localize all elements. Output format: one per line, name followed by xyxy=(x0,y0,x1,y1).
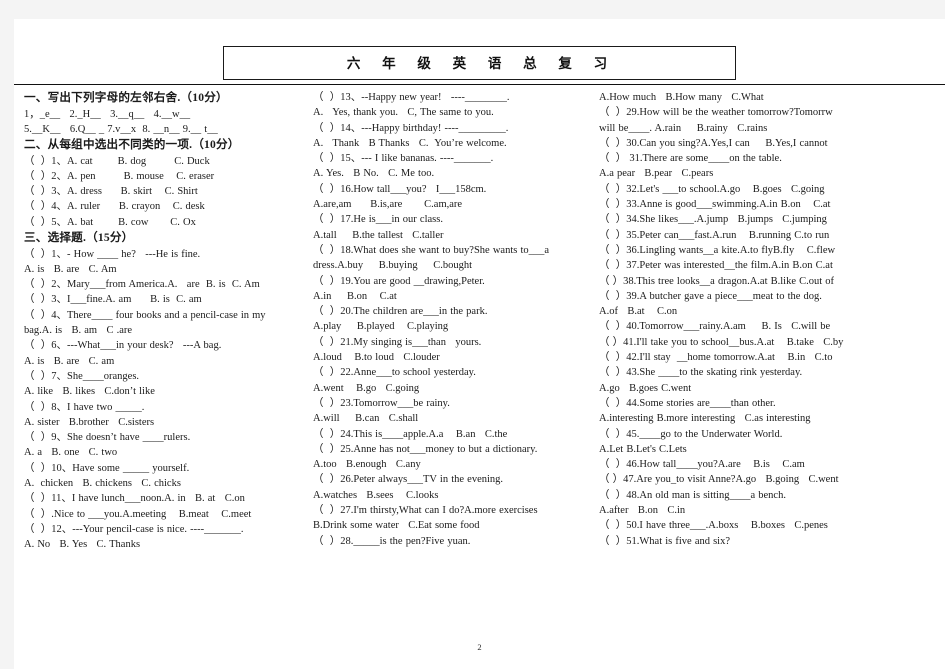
question-line: A.in B.on C.at xyxy=(313,290,397,302)
question-line: A. Yes. B No. C. Me too. xyxy=(313,168,435,180)
worksheet-page: 六 年 级 英 语 总 复 习 一、写出下列字母的左邻右舍.（10分） 1，_e_… xyxy=(14,19,945,669)
question-line: （ ）33.Anne is good___swimming.A.in B.on … xyxy=(599,199,831,211)
question-line: （ ）46.How tall____you?A.are B.is C.am xyxy=(599,459,805,471)
question-line: A. Thank B Thanks C. You’re welcome. xyxy=(313,137,507,149)
question-line: （ ）5、A. bat B. cow C. Ox xyxy=(24,216,196,228)
question-line: A.of B.at C.on xyxy=(599,306,678,318)
question-line: （ ）39.A butcher gave a piece___meat to t… xyxy=(599,290,822,302)
question-line: （ ）.Nice to ___you.A.meeting B.meat C.me… xyxy=(24,508,252,520)
question-line: A.tall B.the tallest C.taller xyxy=(313,229,444,241)
question-line: （ ）1、- How ____ he? ---He is fine. xyxy=(24,248,201,260)
question-line: B.Drink some water C.Eat some food xyxy=(313,520,480,532)
question-line: （ ）50.I have three___.A.boxs B.boxes C.p… xyxy=(599,520,828,532)
question-line: （ ）20.The children are___in the park. xyxy=(313,306,488,318)
question-line: （ ）42.I'll stay __home tomorrow.A.at B.i… xyxy=(599,352,833,364)
question-line: A. is B. are C. am xyxy=(24,355,115,367)
question-line: （ ）3、I___fine.A. am B. is C. am xyxy=(24,294,202,306)
question-line: A.go B.goes C.went xyxy=(599,382,692,394)
question-line: A. No B. Yes C. Thanks xyxy=(24,539,141,551)
question-line: （ ）9、She doesn’t have ____rulers. xyxy=(24,432,191,444)
question-line: A.a pear B.pear C.pears xyxy=(599,168,714,180)
question-line: 5.__K__ 6.Q__ _ 7.v__x 8. __n__ 9.__ t__ xyxy=(24,123,218,135)
question-line: （ ）14、---Happy birthday! ----_________. xyxy=(313,122,509,134)
question-line: （ ）2、A. pen B. mouse C. eraser xyxy=(24,170,215,182)
column-two: （ ）13、--Happy new year! ----________. A. … xyxy=(313,90,599,549)
question-line: （ ）30.Can you sing?A.Yes,I can B.Yes,I c… xyxy=(599,137,828,149)
title-container: 六 年 级 英 语 总 复 习 xyxy=(14,19,945,80)
question-line: （ ）37.Peter was interested__the film.A.i… xyxy=(599,260,833,272)
question-line: （ ）7、She____oranges. xyxy=(24,370,140,382)
section-heading: 三、选择题.（15分） xyxy=(24,231,134,245)
question-line: bag.A. is B. am C .are xyxy=(24,325,133,337)
question-line: A.Let B.Let's C.Lets xyxy=(599,443,687,455)
question-line: （ ）3、A. dress B. skirt C. Shirt xyxy=(24,186,198,198)
question-line: 1，_e__ 2._H__ 3.__q__ 4.__w__ xyxy=(24,108,191,120)
question-line: （ ）1、A. cat B. dog C. Duck xyxy=(24,155,210,167)
question-line: dress.A.buy B.buying C.bought xyxy=(313,260,473,272)
question-line: （ ）29.How will be the weather tomorrow?T… xyxy=(599,107,833,119)
question-line: （ ）10、Have some _____ yourself. xyxy=(24,462,190,474)
content-columns: 一、写出下列字母的左邻右舍.（10分） 1，_e__ 2._H__ 3.__q__… xyxy=(14,85,945,553)
question-line: A.went B.go C.going xyxy=(313,382,420,394)
question-line: （ ）38.This tree looks__a dragon.A.at B.l… xyxy=(599,275,835,287)
question-line: （ ）18.What does she want to buy?She want… xyxy=(313,244,550,256)
question-line: （ ）32.Let's ___to school.A.go B.goes C.g… xyxy=(599,183,825,195)
title-box: 六 年 级 英 语 总 复 习 xyxy=(223,46,736,80)
question-line: （ ）13、--Happy new year! ----________. xyxy=(313,92,510,103)
question-line: （ ）43.She ____to the skating rink yester… xyxy=(599,367,803,379)
question-line: （ ）44.Some stories are____than other. xyxy=(599,397,776,409)
question-line: （ ）36.Lingling wants__a kite.A.to flyB.f… xyxy=(599,244,836,256)
question-line: （ ）19.You are good __drawing,Peter. xyxy=(313,275,485,287)
question-line: （ ）40.Tomorrow___rainy.A.am B. Is C.will… xyxy=(599,321,831,333)
question-line: A.will B.can C.shall xyxy=(313,413,419,425)
question-line: （ ）47.Are you_to visit Anne?A.go B.going… xyxy=(599,474,839,486)
question-line: A.after B.on C.in xyxy=(599,505,686,517)
question-line: A. like B. likes C.don’t like xyxy=(24,386,155,398)
question-line: （ ）21.My singing is___than yours. xyxy=(313,336,482,348)
question-line: （ ）35.Peter can___fast.A.run B.running C… xyxy=(599,229,830,241)
question-line: （ ）27.I'm thirsty,What can I do?A.more e… xyxy=(313,505,538,517)
column-three: A.How much B.How many C.What （ ）29.How wi… xyxy=(599,90,891,549)
question-line: （ ）48.An old man is sitting____a bench. xyxy=(599,489,786,501)
question-line: （ ）17.He is___in our class. xyxy=(313,214,443,226)
question-line: A.watches B.sees C.looks xyxy=(313,489,439,501)
question-line: A. Yes, thank you. C, The same to you. xyxy=(313,107,494,119)
question-line: （ ）4、There____ four books and a pencil-c… xyxy=(24,309,266,321)
column-one: 一、写出下列字母的左邻右舍.（10分） 1，_e__ 2._H__ 3.__q__… xyxy=(24,90,313,553)
question-line: （ ）51.What is five and six? xyxy=(599,535,731,547)
question-line: （ ）24.This is____apple.A.a B.an C.the xyxy=(313,428,508,440)
question-line: A. chicken B. chickens C. chicks xyxy=(24,478,181,490)
question-line: （ ）6、---What___in your desk? ---A bag. xyxy=(24,340,222,352)
question-line: （ ）4、A. ruler B. crayon C. desk xyxy=(24,201,205,213)
question-line: （ ）8、I have two _____. xyxy=(24,401,145,413)
question-line: （ ）45.____go to the Underwater World. xyxy=(599,428,783,440)
question-line: A. is B. are C. Am xyxy=(24,263,117,275)
question-line: will be____. A.rain B.rainy C.rains xyxy=(599,122,768,134)
question-line: （ ）28._____is the pen?Five yuan. xyxy=(313,535,471,547)
question-line: A. sister B.brother C.sisters xyxy=(24,416,155,428)
question-line: A.play B.played C.playing xyxy=(313,321,449,333)
page-number: 2 xyxy=(477,642,482,652)
question-line: A.How much B.How many C.What xyxy=(599,92,764,103)
question-line: （ ）26.Peter always___TV in the evening. xyxy=(313,474,504,486)
question-line: （ ）15、--- I like bananas. ----_______. xyxy=(313,153,494,165)
question-line: A.too B.enough C.any xyxy=(313,459,421,471)
question-line: A.interesting B.more interesting C.as in… xyxy=(599,413,811,425)
section-heading: 二、从每组中选出不同类的一项.（10分） xyxy=(24,138,240,152)
question-line: （ ）12、---Your pencil-case is nice. ----_… xyxy=(24,523,244,535)
question-line: （ ）25.Anne has not___money to but a dict… xyxy=(313,443,538,455)
question-line: A. a B. one C. two xyxy=(24,447,118,459)
section-heading: 一、写出下列字母的左邻右舍.（10分） xyxy=(24,91,228,104)
question-line: （ ）16.How tall___you? I___158cm. xyxy=(313,183,487,195)
question-line: （ ）2、Mary___from America.A. are B. is C.… xyxy=(24,279,260,291)
question-line: （ ）22.Anne___to school yesterday. xyxy=(313,367,476,379)
question-line: （ ）41.I'll take you to school__bus.A.at … xyxy=(599,336,844,348)
question-line: A.are,am B.is,are C.am,are xyxy=(313,199,463,211)
question-line: （ ）11、I have lunch___noon.A. in B. at C.… xyxy=(24,493,245,505)
question-line: （ ） 31.There are some____on the table. xyxy=(599,153,782,165)
page-title: 六 年 级 英 语 总 复 习 xyxy=(346,56,613,71)
question-line: （ ）34.She likes___.A.jump B.jumps C.jump… xyxy=(599,214,827,226)
question-line: （ ）23.Tomorrow___be rainy. xyxy=(313,397,450,409)
question-line: A.loud B.to loud C.louder xyxy=(313,352,440,364)
